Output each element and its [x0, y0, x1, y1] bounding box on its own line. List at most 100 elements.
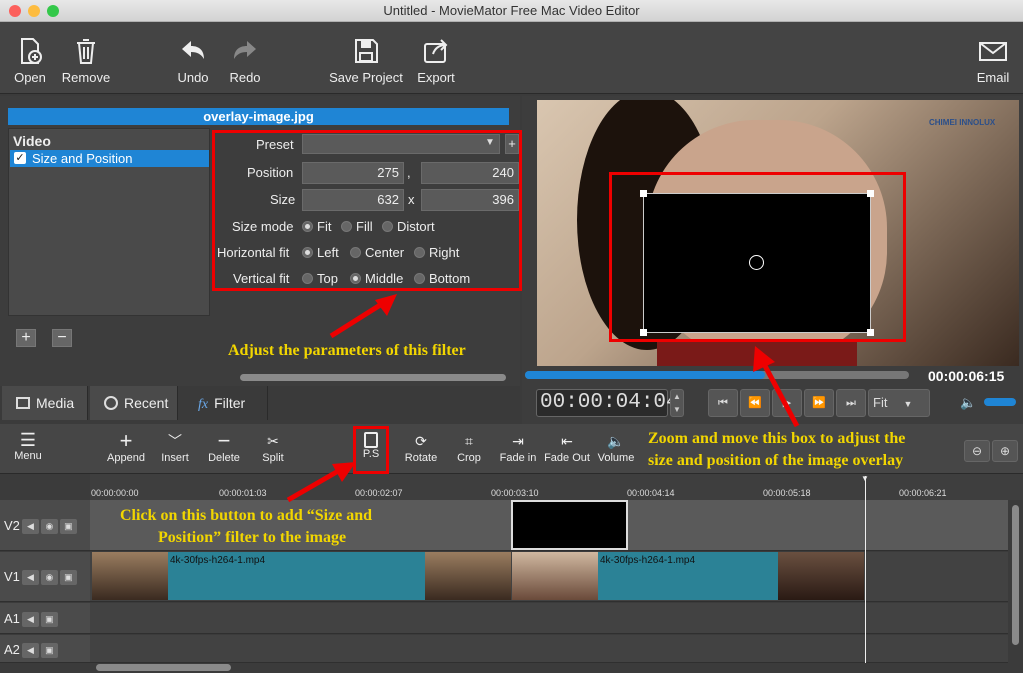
insert-label: Insert: [161, 452, 189, 464]
timecode-stepper[interactable]: ▲ ▼: [670, 389, 684, 417]
overlay-box-highlight: [609, 172, 906, 342]
mute-icon[interactable]: ◀: [21, 612, 39, 628]
fade-in-icon: ⇥: [512, 433, 524, 449]
timecode-value: 00:00:04:04: [540, 391, 679, 414]
filter-list-item-label: Size and Position: [32, 151, 133, 166]
skip-to-end-button[interactable]: ⏭: [836, 389, 866, 417]
filter-list-header: Video: [13, 133, 51, 149]
clip-thumbnail: [512, 552, 598, 600]
menu-button[interactable]: ☰ Menu: [8, 430, 48, 462]
clock-icon: [104, 396, 118, 410]
annotation-click-button-1: Click on this button to add “Size and: [120, 507, 373, 524]
zoom-select[interactable]: Fit ▼: [868, 389, 930, 417]
rotate-icon: ⟳: [415, 433, 427, 449]
redo-button[interactable]: Redo: [222, 22, 268, 94]
remove-button[interactable]: Remove: [58, 22, 114, 94]
delete-label: Delete: [208, 452, 240, 464]
lock-icon[interactable]: ▣: [40, 643, 58, 659]
trash-icon: [77, 39, 95, 64]
fade-out-label: Fade Out: [544, 452, 590, 464]
mute-icon[interactable]: ◀: [21, 570, 39, 586]
crop-icon: ⌗: [465, 433, 473, 449]
timeline-hscrollbar[interactable]: [96, 664, 231, 671]
clip-thumbnail: [92, 552, 168, 600]
video-clip-2-label: 4k-30fps-h264-1.mp4: [600, 555, 696, 566]
playhead-marker-icon[interactable]: ▼: [861, 474, 869, 483]
volume-label: Volume: [597, 452, 635, 464]
brand-watermark: CHIMEI INNOLUX: [929, 118, 996, 127]
delete-button[interactable]: − Delete: [203, 430, 245, 465]
crop-button[interactable]: ⌗ Crop: [453, 430, 485, 464]
track-header-a1: A1 ◀ ▣: [0, 603, 90, 634]
eye-icon[interactable]: ◉: [40, 570, 58, 586]
email-icon: [979, 42, 1007, 61]
filter-scrollbar[interactable]: [240, 374, 506, 381]
insert-button[interactable]: ﹀ Insert: [155, 430, 195, 464]
fade-out-button[interactable]: ⇤ Fade Out: [543, 430, 591, 464]
open-file-icon: [21, 38, 42, 64]
preview-progress-fill: [525, 371, 765, 379]
append-button[interactable]: + Append: [104, 430, 148, 465]
main-toolbar: [0, 22, 1023, 94]
tab-filter[interactable]: fx Filter: [180, 386, 268, 420]
tab-filter-label: Filter: [214, 395, 246, 411]
menu-label: Menu: [14, 450, 42, 462]
arrow-annotation-3: [286, 462, 356, 503]
ruler-tick-1: 00:00:01:03: [219, 488, 267, 498]
save-project-label: Save Project: [329, 70, 403, 85]
volume-button[interactable]: 🔈 Volume: [596, 430, 636, 464]
split-label: Split: [262, 452, 284, 464]
fade-in-label: Fade in: [499, 452, 537, 464]
open-label: Open: [14, 70, 46, 85]
timeline-vscrollbar[interactable]: [1012, 505, 1019, 645]
tab-recent[interactable]: Recent: [90, 386, 178, 420]
track-a1[interactable]: [90, 603, 1008, 634]
ruler-tick-0: 00:00:00:00: [91, 488, 139, 498]
chevron-down-icon: ﹀: [168, 433, 182, 449]
export-icon: [424, 39, 448, 63]
window-title: Untitled - MovieMator Free Mac Video Edi…: [383, 3, 640, 18]
annotation-adjust-parameters: Adjust the parameters of this filter: [228, 342, 466, 359]
track-header-a2: A2 ◀ ▣: [0, 635, 90, 663]
clip-thumbnail: [778, 552, 864, 600]
redo-icon: [234, 41, 256, 59]
tab-media[interactable]: Media: [2, 386, 88, 420]
undo-button[interactable]: Undo: [170, 22, 216, 94]
zoom-out-timeline-button[interactable]: ⊖: [964, 440, 990, 462]
fast-forward-button[interactable]: ⏩: [804, 389, 834, 417]
playhead[interactable]: [865, 476, 866, 663]
remove-filter-button[interactable]: −: [52, 329, 72, 347]
filter-checkbox[interactable]: ✓: [14, 152, 26, 164]
save-icon: [355, 39, 378, 63]
preview-total-time: 00:00:06:15: [928, 368, 1005, 384]
email-button[interactable]: Email: [970, 22, 1016, 94]
ruler-tick-5: 00:00:05:18: [763, 488, 811, 498]
track-a2[interactable]: [90, 635, 1008, 663]
mute-icon[interactable]: ◀: [21, 643, 39, 659]
ruler-tick-6: 00:00:06:21: [899, 488, 947, 498]
open-button[interactable]: Open: [6, 22, 54, 94]
tab-recent-label: Recent: [124, 395, 169, 411]
lock-icon[interactable]: ▣: [40, 612, 58, 628]
save-project-button[interactable]: Save Project: [323, 22, 409, 94]
skip-to-start-button[interactable]: ⏮: [708, 389, 738, 417]
fade-in-button[interactable]: ⇥ Fade in: [498, 430, 538, 464]
remove-label: Remove: [61, 70, 111, 85]
fast-forward-icon: ⏩: [812, 397, 826, 409]
lock-icon[interactable]: ▣: [59, 519, 77, 535]
zoom-in-timeline-button[interactable]: ⊕: [992, 440, 1018, 462]
rotate-button[interactable]: ⟳ Rotate: [401, 430, 441, 464]
eye-icon[interactable]: ◉: [40, 519, 58, 535]
lock-icon[interactable]: ▣: [59, 570, 77, 586]
email-label: Email: [976, 70, 1010, 85]
volume-slider[interactable]: [984, 398, 1016, 406]
export-button[interactable]: Export: [411, 22, 461, 94]
undo-label: Undo: [177, 70, 209, 85]
ruler-tick-4: 00:00:04:14: [627, 488, 675, 498]
export-label: Export: [417, 70, 455, 85]
razor-icon: ✂: [267, 433, 279, 449]
overlay-clip[interactable]: [511, 500, 628, 550]
add-filter-button[interactable]: +: [16, 329, 36, 347]
zoom-select-value: Fit: [873, 395, 888, 410]
mute-icon[interactable]: ◀: [21, 519, 39, 535]
